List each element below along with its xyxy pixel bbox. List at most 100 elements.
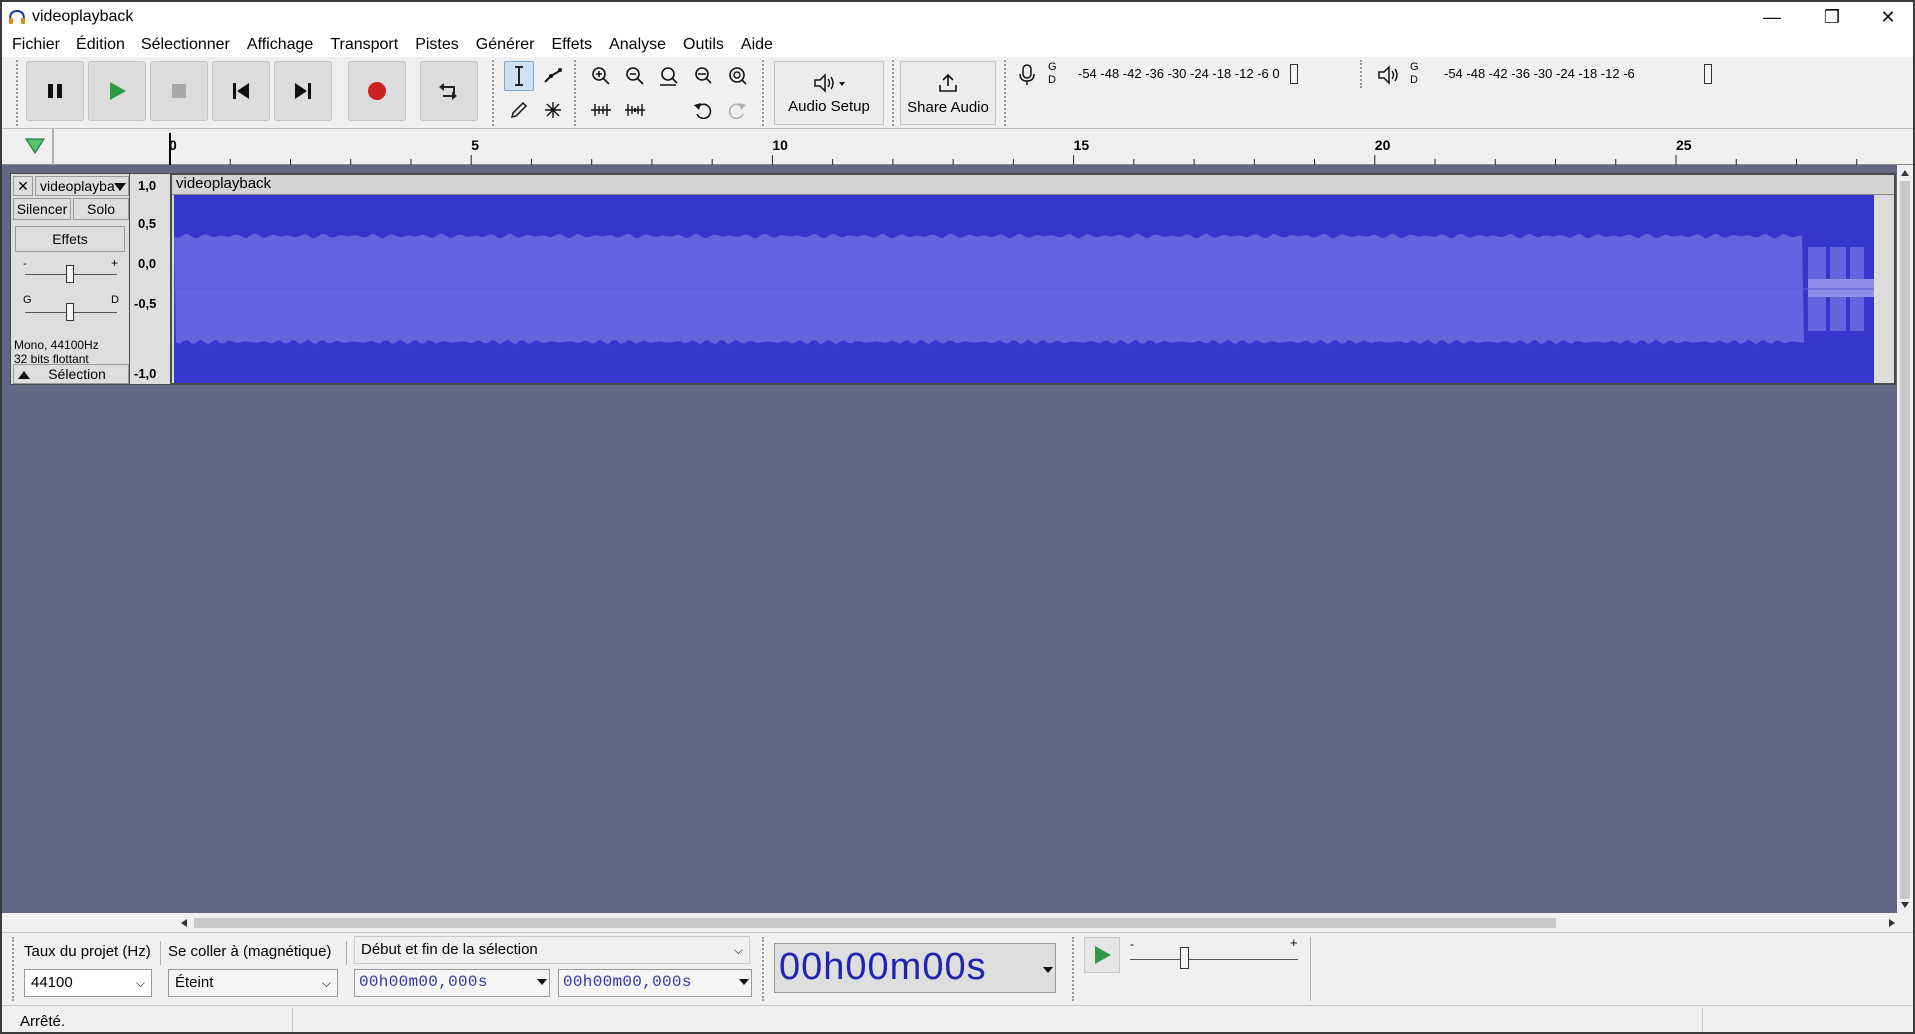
horizontal-scroll-thumb[interactable] xyxy=(194,918,1556,928)
track-area[interactable]: ✕ videoplayba Silencer Solo Effets - + G… xyxy=(2,165,1897,913)
toolbar-grip[interactable] xyxy=(762,60,768,126)
scroll-right-icon[interactable] xyxy=(1888,918,1896,928)
scroll-up-icon[interactable] xyxy=(1900,169,1910,177)
selection-end-time[interactable]: 00h00m00,000s xyxy=(558,969,752,997)
selection-mode-select[interactable]: Début et fin de la sélection ⌵ xyxy=(354,936,750,964)
gain-slider[interactable] xyxy=(66,265,74,283)
restore-button[interactable]: ❐ xyxy=(1803,2,1861,33)
toolbar-grip[interactable] xyxy=(1360,60,1366,88)
horizontal-scrollbar[interactable] xyxy=(2,913,1913,933)
clip-title-bar[interactable]: videoplayback xyxy=(172,175,1894,195)
toolbar-grip[interactable] xyxy=(492,60,498,126)
audio-clip[interactable]: videoplayback xyxy=(170,173,1896,385)
ruler-tick-label: 15 xyxy=(1073,137,1090,153)
fit-selection-button[interactable] xyxy=(654,61,684,91)
playback-meter[interactable]: GD -54 -48 -42 -36 -30 -24 -18 -12 -6 xyxy=(1372,61,1712,89)
project-rate-select[interactable]: 44100 ⌵ xyxy=(24,969,152,997)
scroll-down-icon[interactable] xyxy=(1900,901,1910,909)
close-button[interactable]: ✕ xyxy=(1859,2,1913,33)
record-button[interactable] xyxy=(348,61,406,121)
close-track-button[interactable]: ✕ xyxy=(13,176,33,196)
envelope-tool[interactable] xyxy=(538,61,568,91)
select-track-label: Sélection xyxy=(48,366,106,382)
toolbar-grip[interactable] xyxy=(16,60,22,126)
time-display[interactable]: 00h00m00s xyxy=(774,943,1056,993)
multi-tool[interactable] xyxy=(538,95,568,125)
snap-to-select[interactable]: Éteint ⌵ xyxy=(168,969,338,997)
zoom-in-button[interactable] xyxy=(586,61,616,91)
menu-effets[interactable]: Effets xyxy=(542,33,600,57)
menu-affichage[interactable]: Affichage xyxy=(238,33,321,57)
playback-meter-slider[interactable] xyxy=(1704,64,1712,84)
record-meter-slider[interactable] xyxy=(1290,64,1298,84)
select-track-button[interactable]: Sélection xyxy=(13,364,129,384)
ruler-tick-label: 0 xyxy=(169,137,177,153)
menu-generer[interactable]: Générer xyxy=(467,33,543,57)
audio-setup-button[interactable]: Audio Setup xyxy=(774,61,884,125)
playback-meter-scale: -54 -48 -42 -36 -30 -24 -18 -12 -6 xyxy=(1444,66,1635,81)
scroll-left-icon[interactable] xyxy=(180,918,188,928)
toolbar-grip[interactable] xyxy=(1004,60,1010,126)
fit-project-icon xyxy=(695,67,712,84)
pan-slider[interactable] xyxy=(66,303,74,321)
menu-pistes[interactable]: Pistes xyxy=(406,33,467,57)
zoom-toggle-icon xyxy=(729,67,747,85)
solo-button[interactable]: Solo xyxy=(73,198,129,220)
toolbar-grip[interactable] xyxy=(574,60,580,126)
menu-analyse[interactable]: Analyse xyxy=(600,33,674,57)
zoom-out-button[interactable] xyxy=(620,61,650,91)
snap-to-label: Se coller à (magnétique) xyxy=(168,943,332,960)
share-audio-button[interactable]: Share Audio xyxy=(900,61,996,125)
play-at-speed-button[interactable] xyxy=(1084,937,1120,973)
separator xyxy=(346,941,347,965)
skip-start-button[interactable] xyxy=(212,61,270,121)
vertical-scrollbar[interactable] xyxy=(1897,165,1913,913)
fit-project-button[interactable] xyxy=(688,61,718,91)
stop-button[interactable] xyxy=(150,61,208,121)
menu-selectionner[interactable]: Sélectionner xyxy=(133,33,238,57)
undo-button[interactable] xyxy=(688,95,718,125)
loop-button[interactable] xyxy=(420,61,478,121)
silence-icon xyxy=(625,104,645,116)
draw-tool[interactable] xyxy=(504,95,534,125)
toolbar-grip[interactable] xyxy=(1072,937,1078,1001)
record-meter[interactable]: GD -54 -48 -42 -36 -30 -24 -18 -12 -6 0 xyxy=(1012,61,1352,89)
snap-to-value: Éteint xyxy=(175,974,214,991)
toolbar-grip[interactable] xyxy=(12,937,18,1001)
share-audio-label: Share Audio xyxy=(907,98,989,116)
play-button[interactable] xyxy=(88,61,146,121)
zoom-toggle-button[interactable] xyxy=(722,61,752,91)
menu-transport[interactable]: Transport xyxy=(321,33,406,57)
speaker-icon xyxy=(1378,65,1398,85)
status-bar: Arrêté. xyxy=(2,1005,1913,1032)
redo-button[interactable] xyxy=(722,95,752,125)
minimize-icon: — xyxy=(1763,7,1781,27)
menu-edition[interactable]: Édition xyxy=(68,33,133,57)
separator xyxy=(292,1008,293,1032)
menu-outils[interactable]: Outils xyxy=(674,33,732,57)
toolbar-grip[interactable] xyxy=(892,60,898,126)
trim-button[interactable] xyxy=(586,95,616,125)
play-speed-slider[interactable] xyxy=(1180,947,1189,969)
separator xyxy=(1702,1008,1703,1032)
waveform[interactable] xyxy=(174,195,1874,383)
amplitude-scale[interactable]: 1,0 0,5 0,0 -0,5 -1,0 xyxy=(130,173,170,385)
silence-button[interactable] xyxy=(620,95,650,125)
selection-start-time[interactable]: 00h00m00,000s xyxy=(354,969,550,997)
title-bar: videoplayback — ❐ ✕ xyxy=(2,2,1913,33)
toolbar-grip[interactable] xyxy=(762,937,768,1001)
ruler-tick-label: 5 xyxy=(471,137,479,153)
menu-fichier[interactable]: Fichier xyxy=(2,33,68,57)
pause-button[interactable] xyxy=(26,61,84,121)
skip-end-button[interactable] xyxy=(274,61,332,121)
vertical-scroll-thumb[interactable] xyxy=(1900,181,1910,899)
minimize-button[interactable]: — xyxy=(1743,2,1801,33)
track-name-menu[interactable]: videoplayba xyxy=(35,176,129,196)
mute-button[interactable]: Silencer xyxy=(13,198,71,220)
selection-tool[interactable] xyxy=(504,61,534,91)
timeline-ruler[interactable]: 0510152025303540455055 xyxy=(2,129,1913,165)
effects-button[interactable]: Effets xyxy=(15,226,125,252)
gain-plus-label: + xyxy=(111,256,119,270)
menu-aide[interactable]: Aide xyxy=(732,33,781,57)
meter-channel-labels: GD xyxy=(1048,61,1057,87)
